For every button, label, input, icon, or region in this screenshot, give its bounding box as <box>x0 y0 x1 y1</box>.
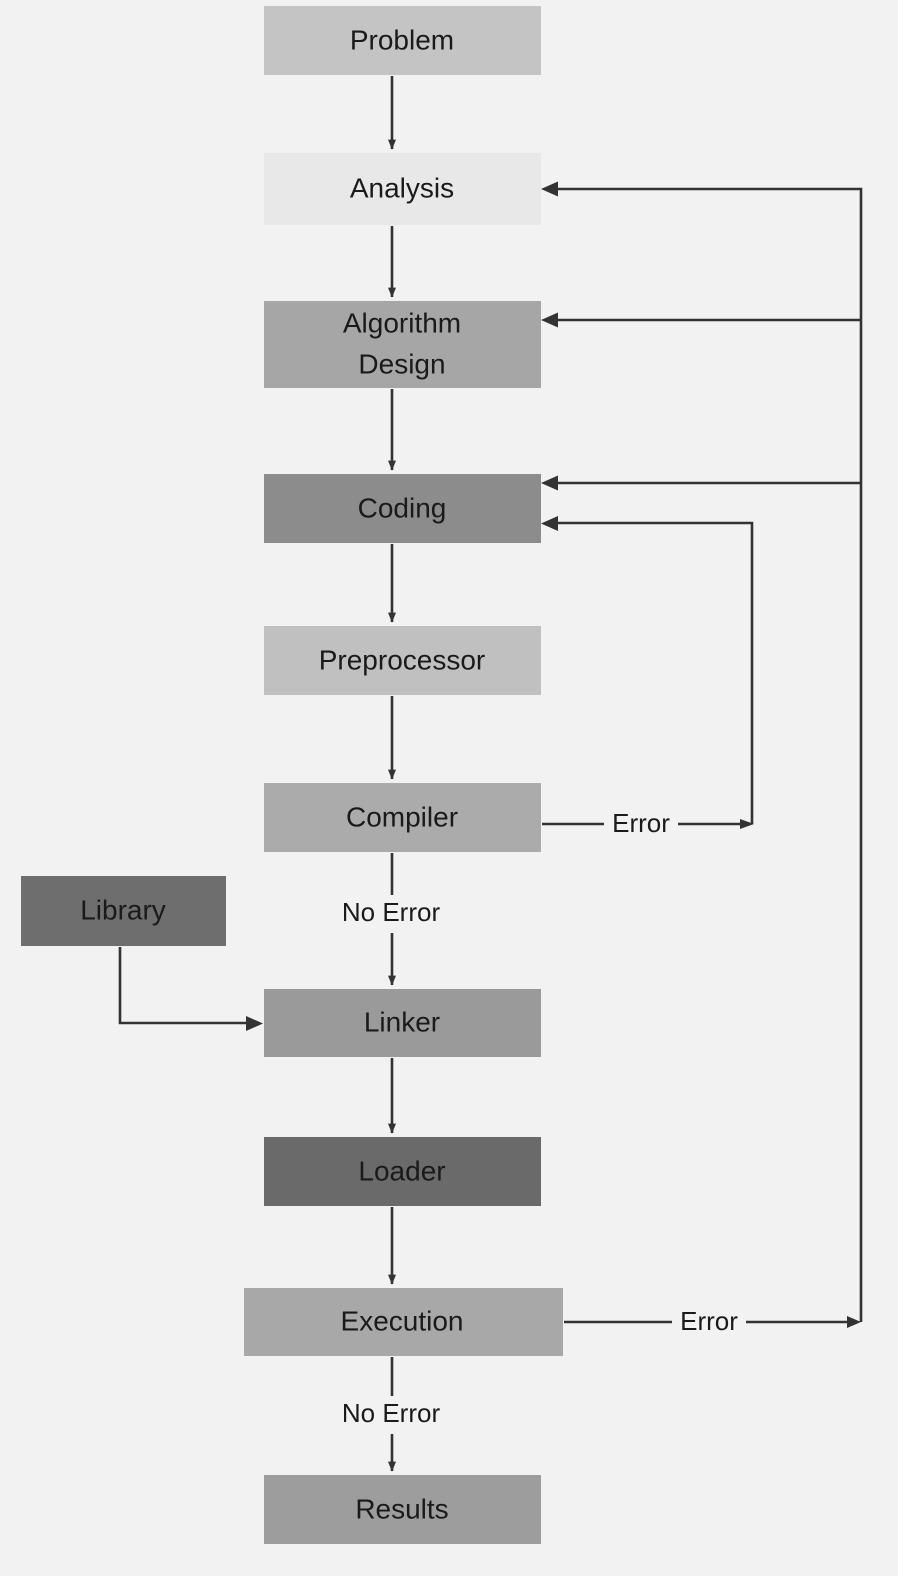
arrowhead-algorithm-in <box>541 312 558 328</box>
node-linker-label: Linker <box>364 1006 440 1037</box>
node-coding-label: Coding <box>358 492 447 523</box>
edge-library-to-linker <box>118 947 248 1025</box>
edge-label-compiler-error: Error <box>612 808 670 838</box>
flowchart-canvas: Error No Error Error No Error Problem An… <box>0 0 898 1576</box>
node-execution[interactable]: Execution <box>244 1288 563 1356</box>
node-linker[interactable]: Linker <box>264 989 541 1057</box>
node-compiler[interactable]: Compiler <box>264 783 541 852</box>
node-results-label: Results <box>355 1493 448 1524</box>
node-loader-label: Loader <box>358 1155 445 1186</box>
node-analysis-label: Analysis <box>350 172 454 203</box>
node-problem[interactable]: Problem <box>264 6 541 75</box>
edge-label-compiler-no-error: No Error <box>342 897 441 927</box>
arrowhead-analysis-in <box>541 181 558 197</box>
node-problem-label: Problem <box>350 24 454 55</box>
node-execution-label: Execution <box>341 1305 464 1336</box>
node-preprocessor[interactable]: Preprocessor <box>264 626 541 695</box>
arrowhead-coding-first <box>541 475 558 491</box>
node-library-label: Library <box>80 894 166 925</box>
edges-layer <box>118 76 863 1472</box>
node-algorithm-design-label-line2: Design <box>358 348 445 379</box>
node-loader[interactable]: Loader <box>264 1137 541 1206</box>
flowchart-svg: Error No Error Error No Error Problem An… <box>21 6 863 1544</box>
edge-label-execution-error: Error <box>680 1306 738 1336</box>
node-coding[interactable]: Coding <box>264 474 541 543</box>
arrowhead-execution-error <box>847 1316 861 1328</box>
node-compiler-label: Compiler <box>346 801 458 832</box>
edge-compiler-error-riser <box>557 521 754 824</box>
node-algorithm-design-label-line1: Algorithm <box>343 307 461 338</box>
arrowhead-library-to-linker <box>246 1016 263 1031</box>
node-algorithm-design[interactable]: Algorithm Design <box>264 301 541 388</box>
node-analysis[interactable]: Analysis <box>264 153 541 225</box>
node-library[interactable]: Library <box>21 876 226 946</box>
arrowhead-coding-second <box>541 516 558 531</box>
node-preprocessor-label: Preprocessor <box>319 644 486 675</box>
node-results[interactable]: Results <box>264 1475 541 1544</box>
edge-error-riser-main <box>557 187 863 1322</box>
nodes-layer: Problem Analysis Algorithm Design Coding <box>21 6 563 1544</box>
edge-label-execution-no-error: No Error <box>342 1398 441 1428</box>
